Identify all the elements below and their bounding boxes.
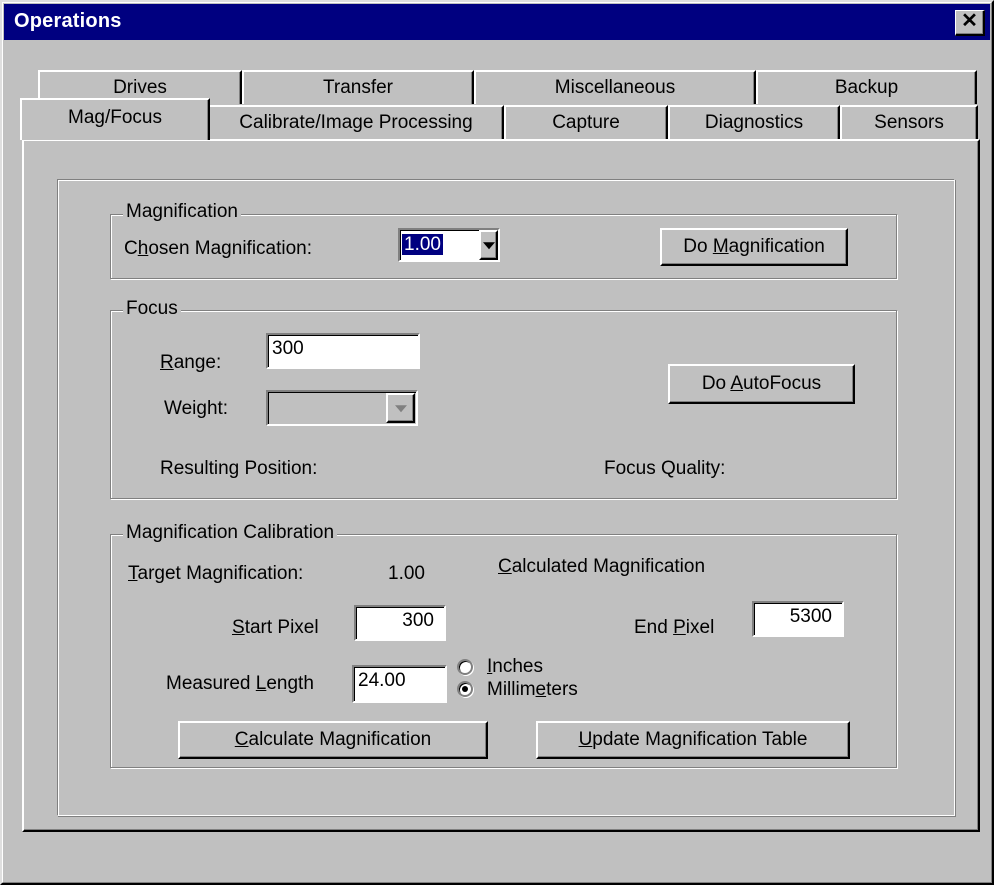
close-icon: ✕ <box>961 10 978 32</box>
calculate-magnification-button[interactable]: Calculate Magnification <box>178 721 488 759</box>
tab-miscellaneous[interactable]: Miscellaneous <box>474 70 756 104</box>
measured-length-label: Measured Length <box>166 673 314 694</box>
tab-label: Transfer <box>322 77 394 98</box>
window-title: Operations <box>14 10 122 32</box>
tab-label: Calibrate/Image Processing <box>239 112 473 133</box>
tab-diagnostics[interactable]: Diagnostics <box>668 105 840 139</box>
tab-label: Backup <box>834 77 899 98</box>
close-button[interactable]: ✕ <box>955 10 985 36</box>
tab-capture[interactable]: Capture <box>504 105 668 139</box>
calibration-group-label: Magnification Calibration <box>123 522 338 544</box>
inches-radio[interactable] <box>457 659 473 675</box>
do-autofocus-button[interactable]: Do AutoFocus <box>668 364 855 404</box>
focus-group-label: Focus <box>123 298 181 320</box>
update-magnification-table-button[interactable]: Update Magnification Table <box>536 721 850 759</box>
focus-quality-label: Focus Quality: <box>604 458 726 479</box>
chevron-down-icon <box>394 405 407 413</box>
target-magnification-value: 1.00 <box>388 563 425 584</box>
range-label: Range: <box>160 352 222 373</box>
tab-backup[interactable]: Backup <box>756 70 977 104</box>
start-pixel-input[interactable]: 300 <box>354 605 446 641</box>
tab-label: Diagnostics <box>704 112 804 133</box>
weight-label: Weight: <box>164 398 229 419</box>
tab-label: Drives <box>113 77 167 98</box>
radio-selected-dot <box>462 686 468 692</box>
tab-sensors[interactable]: Sensors <box>840 105 978 139</box>
tab-label: Capture <box>552 112 620 133</box>
magnification-group-label: Magnification <box>123 201 241 223</box>
range-input[interactable]: 300 <box>266 333 420 369</box>
measured-length-input[interactable]: 24.00 <box>352 665 447 703</box>
weight-dropdown-button[interactable] <box>386 393 415 423</box>
end-pixel-label: End Pixel <box>634 617 715 638</box>
tab-calibrate-image-processing[interactable]: Calibrate/Image Processing <box>208 105 504 139</box>
inches-label: Inches <box>487 656 543 677</box>
resulting-position-label: Resulting Position: <box>160 458 318 479</box>
calculated-magnification-label: Calculated Magnification <box>498 556 706 577</box>
tab-label: Mag/Focus <box>68 107 162 128</box>
tab-mag-focus[interactable]: Mag/Focus <box>20 98 210 140</box>
millimeters-radio[interactable] <box>457 681 473 697</box>
chosen-magnification-label: Chosen Magnification: <box>124 238 313 259</box>
start-pixel-label: Start Pixel <box>232 617 319 638</box>
magnification-dropdown-button[interactable] <box>479 230 498 260</box>
tab-transfer[interactable]: Transfer <box>242 70 474 104</box>
magnification-combo-value: 1.00 <box>401 233 444 256</box>
do-magnification-button[interactable]: Do Magnification <box>660 228 848 266</box>
millimeters-label: Millimeters <box>487 679 578 700</box>
tab-label: Sensors <box>874 112 944 133</box>
chevron-down-icon <box>482 242 495 250</box>
end-pixel-input[interactable]: 5300 <box>752 601 844 637</box>
target-magnification-label: Target Magnification: <box>128 563 304 584</box>
title-bar[interactable]: Operations <box>4 4 990 40</box>
tab-label: Miscellaneous <box>554 77 676 98</box>
